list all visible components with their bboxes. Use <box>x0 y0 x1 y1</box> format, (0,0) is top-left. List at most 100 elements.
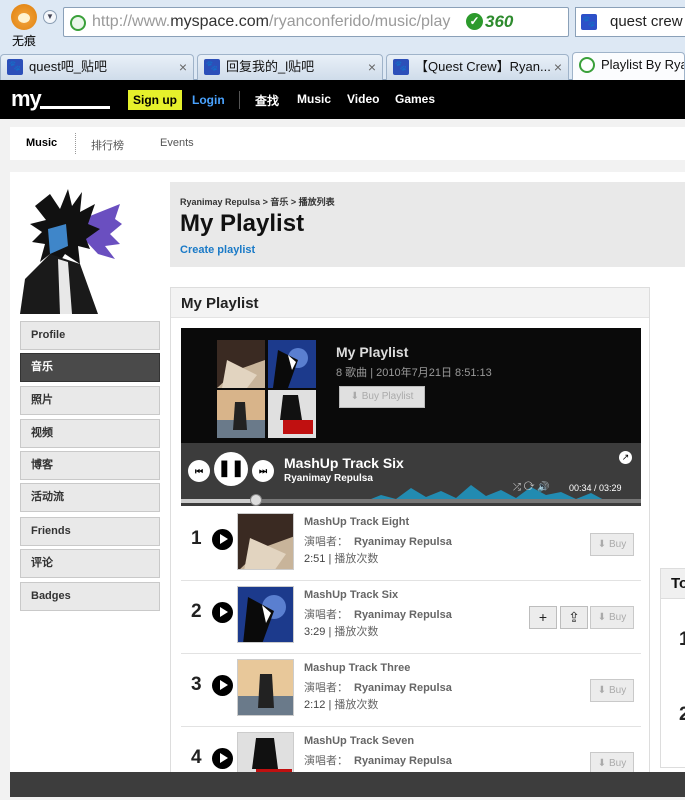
track-artist: 演唱者： Ryanimay Repulsa <box>304 682 452 694</box>
nav-music[interactable]: Music <box>297 92 331 106</box>
pause-button[interactable]: ❚❚ <box>214 452 248 486</box>
track-title[interactable]: MashUp Track Six <box>304 589 398 601</box>
sidebar-item-friends[interactable]: Friends <box>20 517 160 546</box>
next-track-button[interactable]: ⏭ <box>252 460 274 482</box>
progress-fill <box>181 499 256 503</box>
track-number: 2 <box>191 601 202 622</box>
url-text[interactable]: http://www.myspace.com/ryanconferido/mus… <box>92 13 462 31</box>
page-icon <box>70 15 86 31</box>
site-header: my Sign up Login 查找 Music Video Games <box>0 80 685 119</box>
buy-track-button[interactable]: ⬇ Buy <box>590 606 634 629</box>
bottom-toolbar <box>10 772 685 797</box>
volume-icon[interactable]: 🔊 <box>537 482 549 493</box>
buy-playlist-button[interactable]: ⬇ Buy Playlist <box>339 386 425 408</box>
cover-art-4 <box>268 390 316 438</box>
track-art[interactable] <box>237 513 294 570</box>
sidebar-item-badges[interactable]: Badges <box>20 582 160 611</box>
repeat-icon[interactable]: ⟳ <box>524 482 535 493</box>
play-track-button[interactable] <box>212 675 233 696</box>
player-toggle-icons: ⤮ ⟳ 🔊 <box>513 482 550 493</box>
shuffle-icon[interactable]: ⤮ <box>513 482 521 493</box>
cover-art-2 <box>268 340 316 388</box>
buy-track-button[interactable]: ⬇ Buy <box>590 679 634 702</box>
track-row[interactable]: 2 MashUp Track Six 演唱者： Ryanimay Repulsa … <box>181 581 641 654</box>
nav-video[interactable]: Video <box>347 92 379 106</box>
nav-games[interactable]: Games <box>395 92 435 106</box>
popout-icon[interactable]: ↗ <box>619 451 632 464</box>
track-artist: 演唱者： Ryanimay Repulsa <box>304 755 452 767</box>
top-songs-box: To 1 2 <box>660 568 685 768</box>
profile-avatar[interactable] <box>20 184 122 314</box>
page-title: My Playlist <box>180 210 305 237</box>
play-track-button[interactable] <box>212 529 233 550</box>
search-input[interactable]: 🐾 quest crew <box>575 7 685 37</box>
tab-quest-tieba[interactable]: 🐾 quest吧_贴吧 × <box>0 54 194 80</box>
logo-underline <box>40 106 110 109</box>
player-playlist-name: My Playlist <box>336 344 409 360</box>
sidebar-item-music[interactable]: 音乐 <box>20 353 160 382</box>
previous-track-button[interactable]: ⏮ <box>188 460 210 482</box>
baidu-paw-icon: 🐾 <box>393 59 409 75</box>
sub-navigation: Music 排行榜 Events <box>10 127 685 160</box>
header-divider <box>239 91 240 109</box>
tab-strip: 🐾 quest吧_贴吧 × 🐾 回复我的_l贴吧 × 🐾 【Quest Crew… <box>0 52 685 81</box>
subnav-music[interactable]: Music <box>26 137 57 149</box>
address-bar[interactable]: http://www.myspace.com/ryanconferido/mus… <box>63 7 633 37</box>
close-tab-icon[interactable]: × <box>179 55 187 79</box>
sidebar-item-blog[interactable]: 博客 <box>20 451 160 480</box>
sidebar-item-videos[interactable]: 视频 <box>20 419 160 448</box>
sidebar-item-photos[interactable]: 照片 <box>20 386 160 415</box>
breadcrumb-playlist: 播放列表 <box>298 197 335 207</box>
baidu-paw-icon: 🐾 <box>7 59 23 75</box>
track-row[interactable]: 3 Mashup Track Three 演唱者： Ryanimay Repuls… <box>181 654 641 727</box>
incognito-label: 无痕 <box>11 34 36 48</box>
add-to-playlist-button[interactable]: + <box>529 606 557 629</box>
sidebar-item-profile[interactable]: Profile <box>20 321 160 350</box>
login-link[interactable]: Login <box>192 93 225 107</box>
subnav-divider <box>75 133 76 154</box>
subnav-events[interactable]: Events <box>160 137 194 149</box>
breadcrumb-music[interactable]: 音乐 <box>270 197 288 207</box>
myspace-logo[interactable]: my <box>11 86 42 112</box>
search-engine-icon[interactable]: 🐾 <box>581 14 597 30</box>
track-duration: 3:29 | 播放次数 <box>304 626 379 638</box>
track-art[interactable] <box>237 659 294 716</box>
tab-playlist[interactable]: Playlist By Ryanimay <box>572 52 685 81</box>
tab-quest-crew[interactable]: 🐾 【Quest Crew】Ryan... × <box>386 54 569 80</box>
track-art[interactable] <box>237 586 294 643</box>
track-title[interactable]: MashUp Track Seven <box>304 735 414 747</box>
check-icon: ✓ <box>466 13 483 30</box>
create-playlist-link[interactable]: Create playlist <box>180 244 255 256</box>
track-number: 3 <box>191 674 202 695</box>
play-track-button[interactable] <box>212 748 233 769</box>
track-title[interactable]: Mashup Track Three <box>304 662 410 674</box>
menu-dropdown-icon[interactable]: ▼ <box>43 10 57 24</box>
tab-reply-tieba[interactable]: 🐾 回复我的_l贴吧 × <box>197 54 383 80</box>
cover-art-1 <box>217 340 265 388</box>
incognito-button[interactable]: 无痕 <box>6 4 42 48</box>
buy-track-button[interactable]: ⬇ Buy <box>590 533 634 556</box>
track-artist: 演唱者： Ryanimay Repulsa <box>304 536 452 548</box>
sidebar-item-comments[interactable]: 评论 <box>20 549 160 578</box>
security-badge[interactable]: ✓ 360 <box>466 12 586 32</box>
time-readout: 00:34 / 03:29 <box>569 483 622 493</box>
signup-button[interactable]: Sign up <box>128 90 182 110</box>
browser-chrome: 无痕 ▼ http://www.myspace.com/ryanconferid… <box>0 0 685 81</box>
progress-bar[interactable] <box>181 494 641 506</box>
page-icon <box>579 57 595 73</box>
track-row[interactable]: 1 MashUp Track Eight 演唱者： Ryanimay Repuls… <box>181 508 641 581</box>
play-track-button[interactable] <box>212 602 233 623</box>
now-playing-title: MashUp Track Six <box>284 455 404 471</box>
nav-search[interactable]: 查找 <box>255 92 279 109</box>
progress-handle[interactable] <box>249 494 262 506</box>
breadcrumb-user[interactable]: Ryanimay Repulsa <box>180 197 260 207</box>
close-tab-icon[interactable]: × <box>368 55 376 79</box>
cover-art-3 <box>217 390 265 438</box>
sidebar-item-activity[interactable]: 活动流 <box>20 483 160 512</box>
breadcrumb: Ryanimay Repulsa > 音乐 > 播放列表 <box>180 197 335 207</box>
top-songs-header: To <box>661 569 685 599</box>
subnav-charts[interactable]: 排行榜 <box>91 137 124 153</box>
close-tab-icon[interactable]: × <box>554 55 562 79</box>
track-title[interactable]: MashUp Track Eight <box>304 516 409 528</box>
share-button[interactable]: ⇪ <box>560 606 588 629</box>
